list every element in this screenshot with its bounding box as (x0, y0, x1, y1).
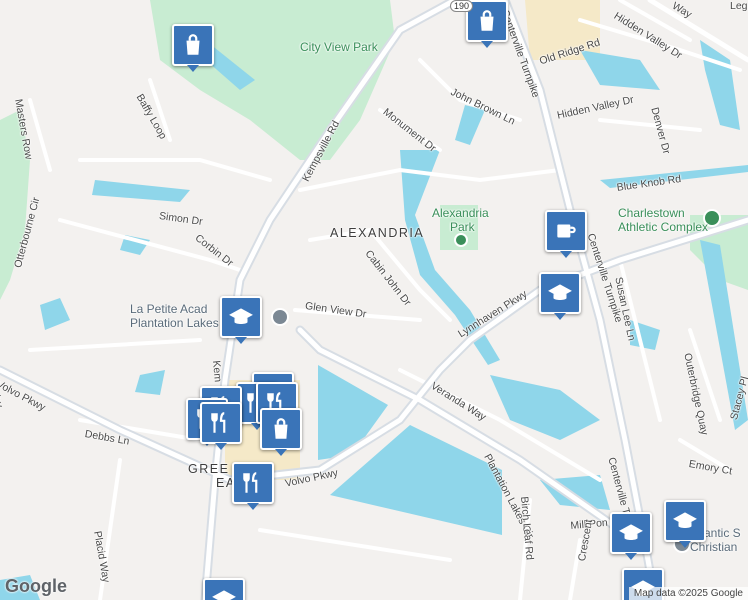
la-petite-poi-dot (271, 308, 289, 326)
school-icon (212, 590, 236, 600)
coffee-icon (557, 224, 576, 238)
school-marker-school-atlantic-2[interactable] (664, 500, 706, 548)
park-label-alexandria-park-line1: Alexandria (432, 206, 489, 220)
school-marker-school-la-petite[interactable] (220, 296, 262, 344)
map-base-layer (0, 0, 748, 600)
school-marker-school-lynnhaven[interactable] (539, 272, 581, 320)
coffee-marker-coffee[interactable] (545, 210, 587, 258)
google-logo: Google (5, 576, 67, 596)
street-label-leg: Leg (730, 0, 748, 12)
shopping-marker-shopping-nw[interactable] (172, 24, 214, 72)
school-icon (548, 284, 572, 301)
school-marker-school-atlantic-1[interactable] (610, 512, 652, 560)
restaurant-marker-restaurant-7[interactable] (232, 462, 274, 510)
restaurant-icon (243, 472, 258, 493)
shopping-icon (274, 418, 288, 439)
park-label-alexandria-park-line2: Park (450, 220, 475, 234)
school-icon (673, 512, 697, 529)
map-attribution[interactable]: Map data ©2025 Google (628, 587, 748, 600)
school-icon (229, 308, 253, 325)
shopping-marker-shopping-greenbrier[interactable] (260, 408, 302, 456)
shopping-icon (186, 34, 200, 55)
restaurant-icon (211, 412, 226, 433)
route-190-shield: 190 (450, 0, 474, 12)
poi-label-charlestown-line2: Athletic Complex (618, 220, 709, 234)
area-label-alexandria: ALEXANDRIA (330, 226, 425, 240)
school-icon (619, 524, 643, 541)
school-marker-school-bottom[interactable] (203, 578, 245, 600)
poi-label-charlestown-line1: Charlestown (618, 206, 685, 220)
street-label-kempsville-rd-south: Kem (210, 360, 224, 383)
poi-label-greenbrier-line1: GREE (188, 462, 230, 476)
shopping-icon (480, 10, 494, 31)
poi-label-la-petite-line2: Plantation Lakes (130, 316, 219, 330)
poi-label-la-petite-line1: La Petite Acad (130, 302, 208, 316)
park-label-city-view-park: City View Park (300, 40, 378, 54)
map-canvas[interactable]: ALEXANDRIA Kempsville Rd Kem Centerville Tu… (0, 0, 748, 600)
poi-label-atlantic-line2: Christian (690, 540, 738, 554)
alexandria-park-dot (454, 233, 468, 247)
restaurant-marker-restaurant-6[interactable] (200, 402, 242, 450)
